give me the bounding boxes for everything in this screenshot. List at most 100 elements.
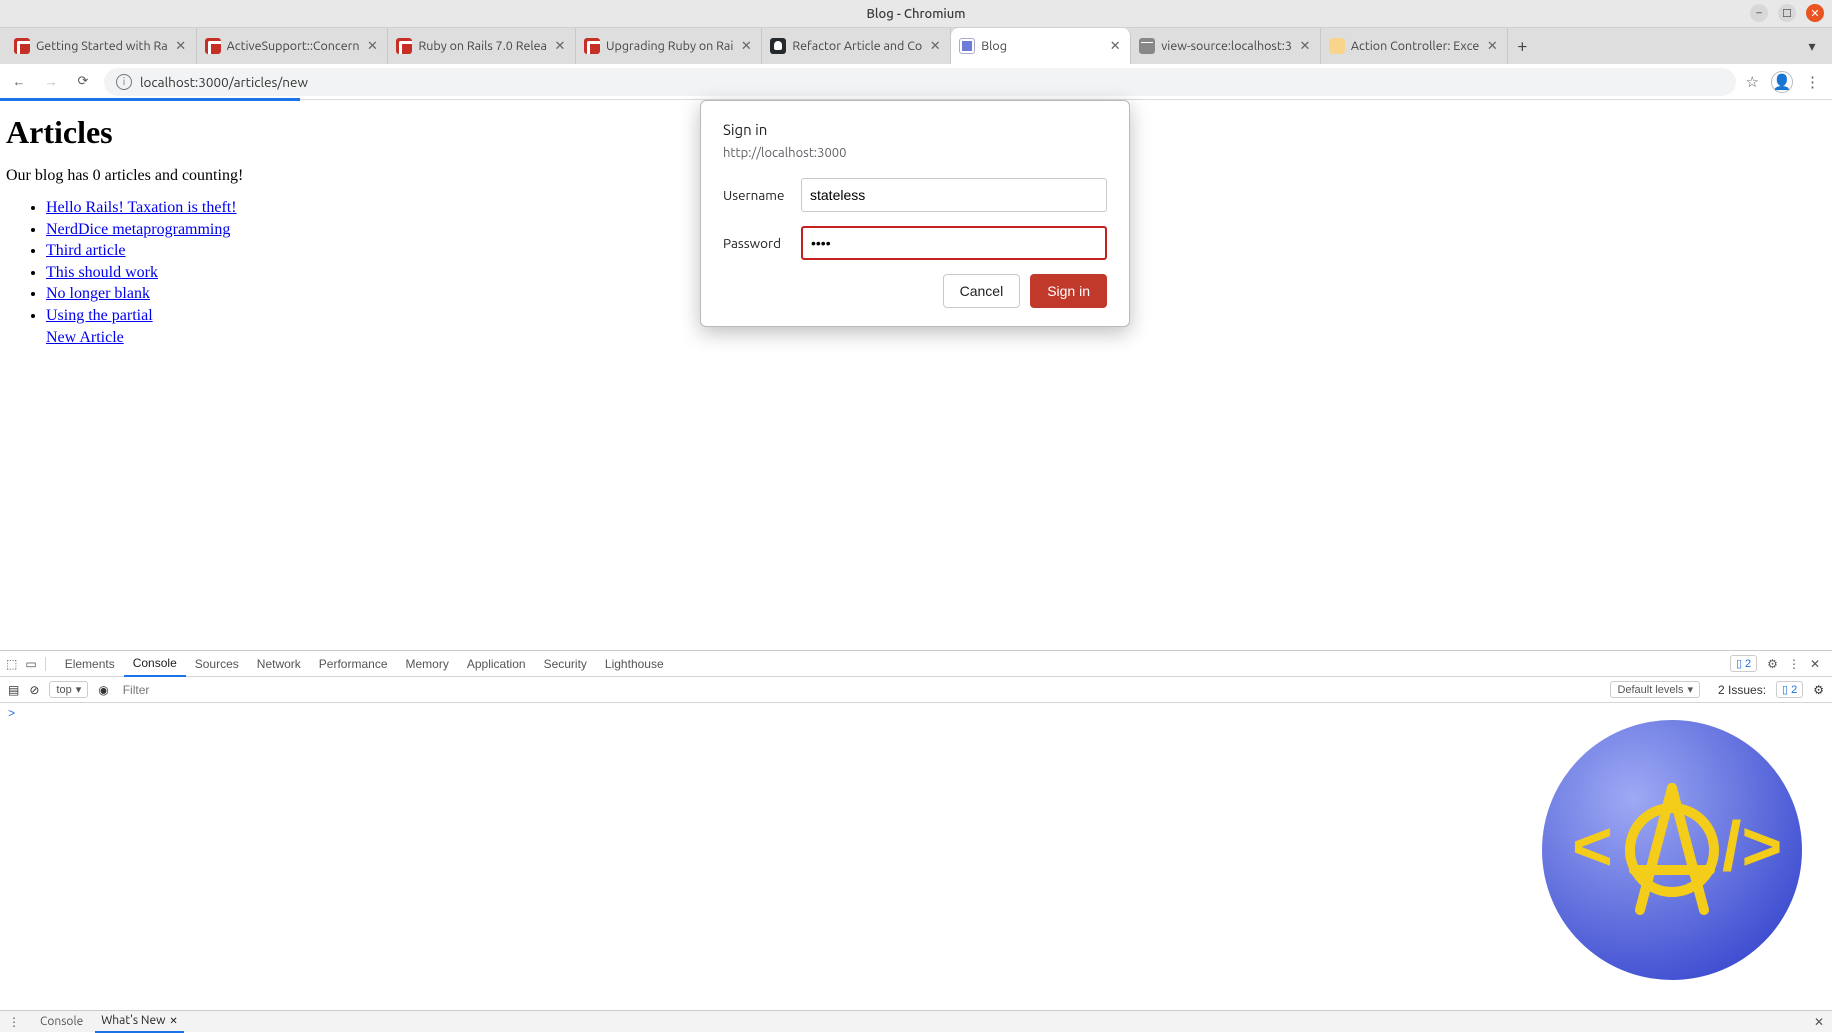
address-bar: ← → ⟳ i localhost:3000/articles/new ☆ 👤 … [0,64,1832,100]
tab-close-icon[interactable]: ✕ [174,39,188,53]
tab-close-icon[interactable]: ✕ [365,39,379,53]
bookmark-star-icon[interactable]: ☆ [1746,73,1759,91]
browser-tab[interactable]: Refactor Article and Co ✕ [762,28,951,64]
console-toolbar: ▤ ⊘ top ▾ ◉ Default levels ▾ 2 Issues: ▯… [0,677,1832,703]
devtools-tabs: ⬚ ▭ ElementsConsoleSourcesNetworkPerform… [0,651,1832,677]
article-link[interactable]: Hello Rails! Taxation is theft! [46,199,237,216]
tab-close-icon[interactable]: ✕ [1485,39,1499,53]
devtools-close-icon[interactable]: ✕ [1810,657,1820,671]
clear-console-icon[interactable]: ⊘ [29,683,39,697]
tab-close-icon[interactable]: ✕ [928,39,942,53]
device-toggle-icon[interactable]: ▭ [25,657,36,671]
devtools-drawer: ⋮ Console What's New✕ ✕ [0,1010,1832,1032]
drawer-close-icon[interactable]: ✕ [1814,1015,1824,1029]
article-link[interactable]: Third article [46,242,126,259]
drawer-tab-console[interactable]: Console [34,1011,89,1033]
context-selector[interactable]: top ▾ [49,681,88,698]
favicon-icon [770,38,786,54]
drawer-tab-close-icon[interactable]: ✕ [169,1015,177,1027]
tab-title: Action Controller: Exce [1351,39,1479,53]
browser-tab[interactable]: Getting Started with Ra ✕ [6,28,197,64]
anarchy-logo-watermark: < /> [1542,720,1802,980]
favicon-icon [14,38,30,54]
window-controls: – ☐ ✕ [1750,4,1824,22]
tab-close-icon[interactable]: ✕ [1108,39,1122,53]
url-box[interactable]: i localhost:3000/articles/new [104,68,1736,96]
devtools-tab-console[interactable]: Console [124,651,186,677]
article-link[interactable]: This should work [46,264,158,281]
browser-tab[interactable]: ActiveSupport::Concern ✕ [197,28,389,64]
devtools-tab-lighthouse[interactable]: Lighthouse [596,651,673,677]
tab-close-icon[interactable]: ✕ [553,39,567,53]
tab-title: Getting Started with Ra [36,39,168,53]
site-info-icon[interactable]: i [116,74,132,90]
devtools-menu-icon[interactable]: ⋮ [1788,657,1800,671]
devtools-tab-performance[interactable]: Performance [310,651,397,677]
signin-button[interactable]: Sign in [1030,274,1107,308]
console-settings-icon[interactable]: ⚙ [1813,683,1824,697]
reload-button[interactable]: ⟳ [72,71,94,93]
new-tab-button[interactable]: + [1508,28,1536,64]
window-title: Blog - Chromium [867,7,966,21]
issues-text: 2 Issues: [1718,683,1766,697]
new-article-link[interactable]: New Article [46,329,124,346]
favicon-icon [959,38,975,54]
devtools-tab-memory[interactable]: Memory [397,651,458,677]
drawer-tab-what-s-new[interactable]: What's New✕ [95,1011,184,1033]
tab-overflow-button[interactable]: ▾ [1792,28,1832,64]
list-item: New Article [46,327,1826,349]
forward-button[interactable]: → [40,71,62,93]
dialog-origin: http://localhost:3000 [723,146,1107,160]
issues-badge[interactable]: ▯ 2 [1730,655,1757,672]
tab-close-icon[interactable]: ✕ [739,39,753,53]
tab-title: view-source:localhost:3 [1161,39,1292,53]
favicon-icon [396,38,412,54]
tab-close-icon[interactable]: ✕ [1298,39,1312,53]
back-button[interactable]: ← [8,71,30,93]
article-link[interactable]: NerdDice metaprogramming [46,221,230,238]
http-auth-dialog: Sign in http://localhost:3000 Username P… [700,100,1130,327]
devtools-tab-application[interactable]: Application [458,651,535,677]
drawer-menu-icon[interactable]: ⋮ [8,1015,20,1029]
devtools-tab-elements[interactable]: Elements [56,651,124,677]
tab-title: ActiveSupport::Concern [227,39,360,53]
svg-text:<: < [1572,807,1613,885]
password-label: Password [723,235,801,251]
profile-avatar-icon[interactable]: 👤 [1771,71,1793,93]
minimize-button[interactable]: – [1750,4,1768,22]
devtools-tab-security[interactable]: Security [535,651,596,677]
article-link[interactable]: No longer blank [46,285,150,302]
browser-tab[interactable]: view-source:localhost:3 ✕ [1131,28,1321,64]
devtools-settings-icon[interactable]: ⚙ [1767,657,1778,671]
dialog-title: Sign in [723,121,1107,138]
chevron-down-icon: ▾ [1808,38,1815,55]
inspect-element-icon[interactable]: ⬚ [6,657,17,671]
browser-tab[interactable]: Upgrading Ruby on Rai ✕ [576,28,762,64]
devtools-tab-sources[interactable]: Sources [186,651,248,677]
favicon-icon [1329,38,1345,54]
password-input[interactable] [801,226,1107,260]
maximize-button[interactable]: ☐ [1778,4,1796,22]
close-window-button[interactable]: ✕ [1806,4,1824,22]
issues-count-badge[interactable]: ▯ 2 [1776,681,1803,698]
log-levels-selector[interactable]: Default levels ▾ [1610,681,1700,698]
devtools-panel: ⬚ ▭ ElementsConsoleSourcesNetworkPerform… [0,650,1832,1010]
tab-title: Upgrading Ruby on Rai [606,39,733,53]
browser-tab[interactable]: Ruby on Rails 7.0 Relea ✕ [388,28,576,64]
favicon-icon [1139,38,1155,54]
toggle-sidebar-icon[interactable]: ▤ [8,683,19,697]
devtools-tab-network[interactable]: Network [248,651,310,677]
tab-title: Ruby on Rails 7.0 Relea [418,39,547,53]
browser-tab[interactable]: Action Controller: Exce ✕ [1321,28,1508,64]
username-input[interactable] [801,178,1107,212]
browser-tab[interactable]: Blog ✕ [951,28,1131,64]
article-link[interactable]: Using the partial [46,307,153,324]
console-filter-input[interactable] [119,681,319,699]
eye-icon[interactable]: ◉ [98,683,108,697]
kebab-menu-icon[interactable]: ⋮ [1805,73,1820,91]
tab-title: Refactor Article and Co [792,39,922,53]
cancel-button[interactable]: Cancel [943,274,1021,308]
svg-text:/>: /> [1722,807,1782,885]
console-prompt[interactable] [8,707,1824,721]
tab-title: Blog [981,39,1102,53]
